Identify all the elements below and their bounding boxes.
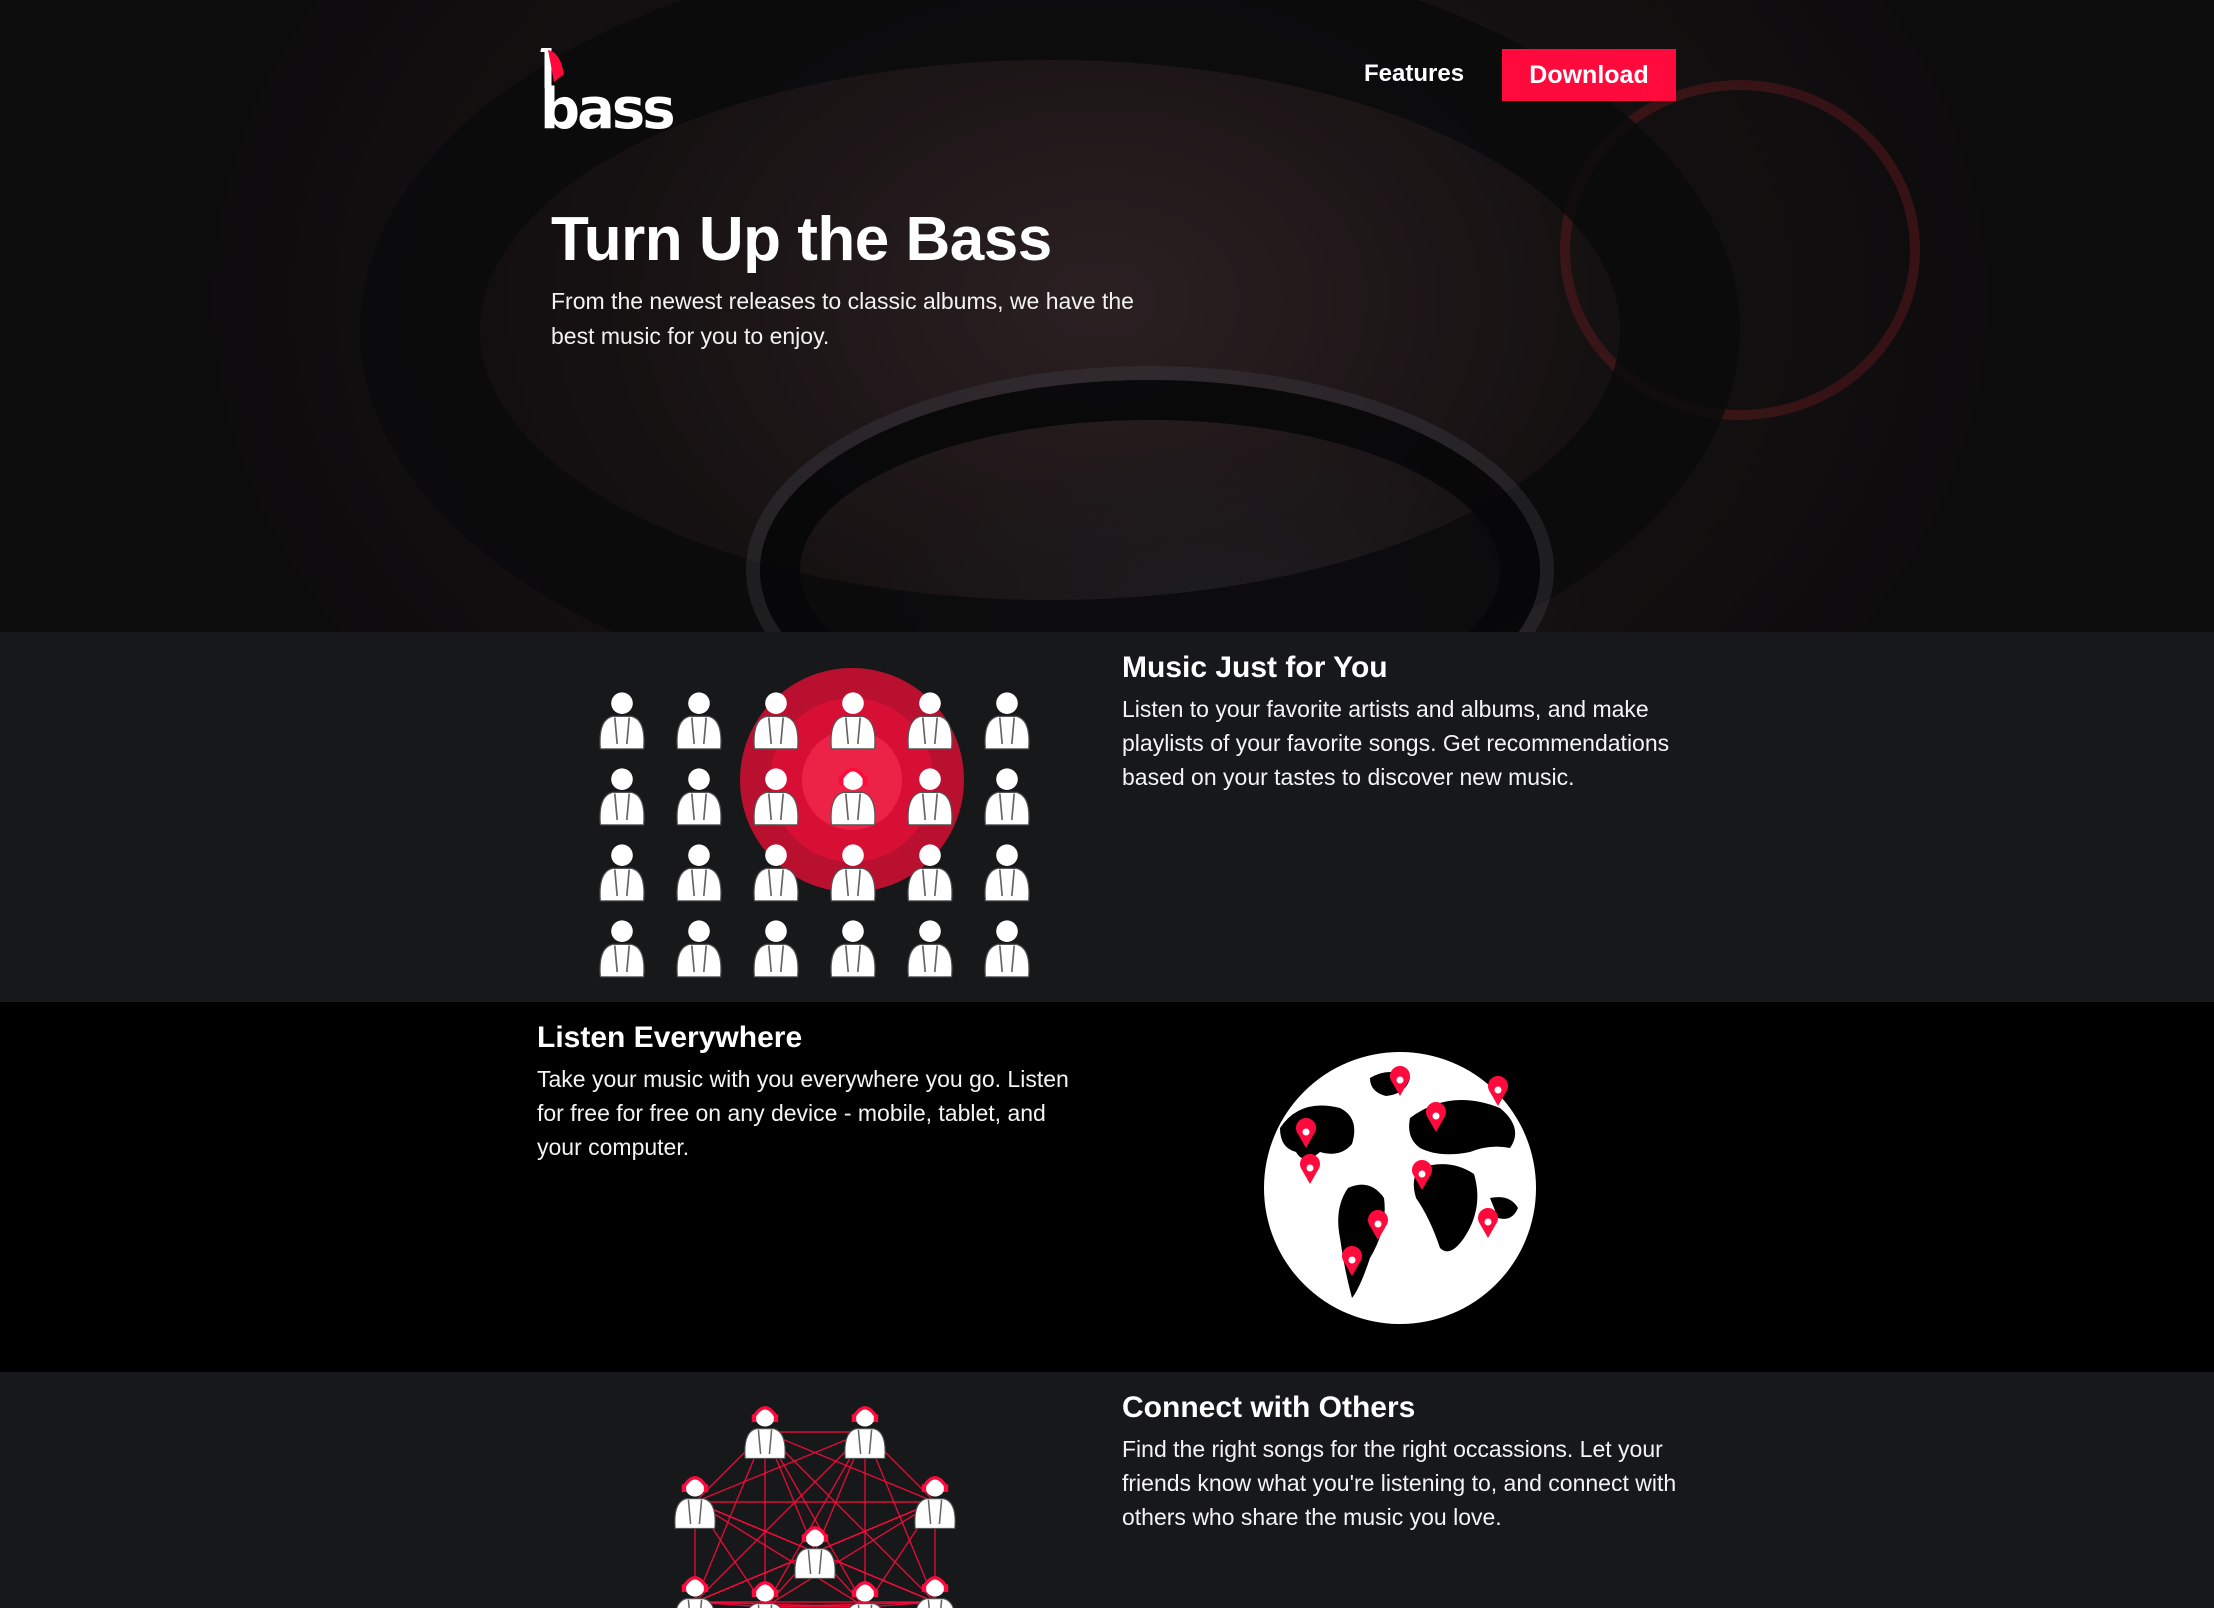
person-icon: [599, 692, 645, 750]
download-button[interactable]: Download: [1502, 49, 1676, 101]
hero-title: Turn Up the Bass: [551, 205, 1052, 274]
person-icon: [676, 920, 722, 978]
nav-features-link[interactable]: Features: [1364, 60, 1464, 88]
feature-body: Listen to your favorite artists and albu…: [1122, 696, 1670, 790]
target-crowd-illustration: [599, 668, 1030, 978]
feature-title: Listen Everywhere: [537, 1021, 803, 1054]
person-icon: [984, 692, 1030, 750]
hero-subtitle: From the newest releases to classic albu…: [551, 288, 1134, 349]
person-icon: [676, 768, 722, 826]
feature-music-for-you: Music Just for You Listen to your favori…: [0, 632, 2214, 1002]
person-icon: [676, 1576, 714, 1608]
logo-text: bass: [540, 77, 676, 142]
person-icon: [844, 1406, 886, 1459]
person-icon: [794, 1526, 836, 1579]
person-icon: [984, 844, 1030, 902]
globe-pins-illustration: [1264, 1052, 1536, 1324]
person-icon: [907, 920, 953, 978]
bass-logo[interactable]: bass: [536, 48, 676, 138]
person-icon: [830, 920, 876, 978]
person-icon: [916, 1576, 954, 1608]
feature-title: Music Just for You: [1122, 651, 1388, 684]
feature-listen-everywhere: Listen Everywhere Take your music with y…: [0, 1002, 2214, 1372]
network-people-illustration: [674, 1406, 956, 1608]
person-icon: [676, 844, 722, 902]
feature-connect-with-others: Connect with Others Find the right songs…: [0, 1372, 2214, 1608]
person-icon: [744, 1406, 786, 1459]
person-icon: [599, 844, 645, 902]
feature-body: Find the right songs for the right occas…: [1122, 1436, 1677, 1530]
person-icon: [674, 1476, 716, 1529]
hero-section: bass Features Download Turn Up the Bass …: [0, 0, 2214, 632]
person-icon: [984, 768, 1030, 826]
person-icon: [599, 768, 645, 826]
person-icon: [676, 692, 722, 750]
person-icon: [599, 920, 645, 978]
person-icon: [984, 920, 1030, 978]
person-icon: [914, 1476, 956, 1529]
feature-title: Connect with Others: [1122, 1391, 1416, 1424]
person-icon: [753, 920, 799, 978]
feature-body: Take your music with you everywhere you …: [537, 1066, 1069, 1160]
